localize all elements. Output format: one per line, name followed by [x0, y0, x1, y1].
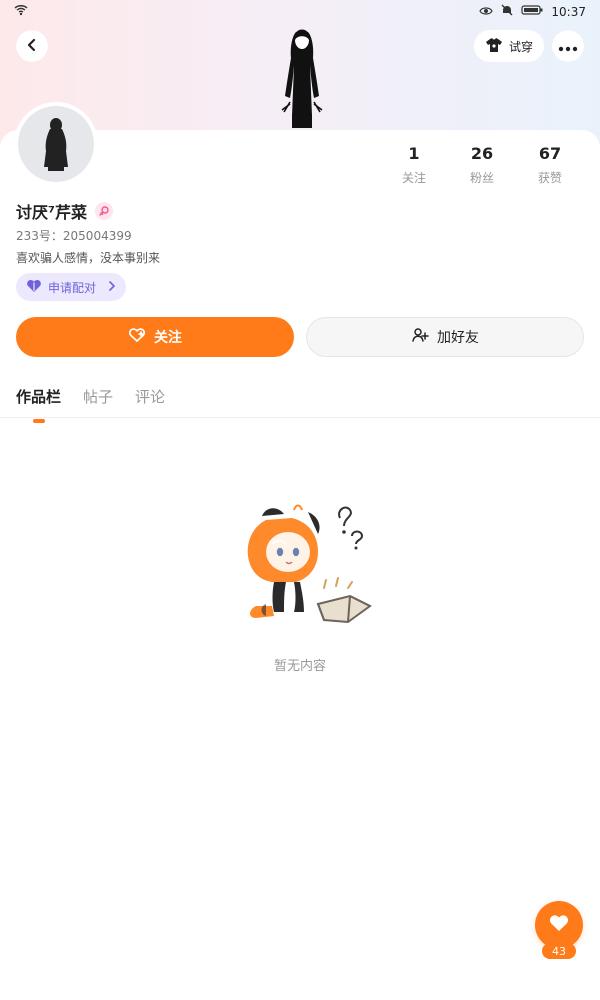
back-chevron-icon — [25, 37, 39, 56]
heart-pair-icon — [26, 279, 42, 296]
try-on-label: 试穿 — [508, 39, 533, 54]
profile-stats: 1 关注 26 粉丝 67 获赞 — [380, 144, 584, 186]
heart-plus-icon — [128, 327, 146, 347]
stat-following[interactable]: 1 关注 — [380, 144, 448, 186]
female-gender-icon — [95, 202, 114, 220]
profile-name: 讨厌⁷芹菜 — [16, 203, 88, 222]
try-on-button[interactable]: 试穿 — [474, 30, 544, 62]
more-button[interactable] — [552, 30, 584, 62]
like-fab[interactable] — [535, 901, 583, 949]
user-plus-icon — [411, 327, 429, 347]
shirt-icon — [485, 37, 503, 56]
follow-button[interactable]: 关注 — [16, 317, 294, 357]
follow-label: 关注 — [154, 330, 182, 346]
stat-following-label: 关注 — [401, 171, 426, 185]
stat-following-value: 1 — [408, 144, 420, 163]
back-button[interactable] — [16, 30, 48, 62]
content-tabs: 作品栏 帖子 评论 — [16, 386, 165, 423]
character-figure-icon — [270, 26, 334, 130]
status-bar: 10:37 — [0, 0, 600, 24]
eye-icon — [479, 5, 494, 19]
chevron-right-icon — [108, 280, 116, 294]
stat-fans[interactable]: 26 粉丝 — [448, 144, 516, 186]
empty-state-text: 暂无内容 — [273, 659, 326, 674]
tab-divider — [0, 417, 600, 418]
profile-uid: 233号：205004399 — [16, 229, 132, 243]
tab-posts[interactable]: 帖子 — [83, 386, 113, 407]
add-friend-button[interactable]: 加好友 — [306, 317, 584, 357]
tab-comments-label: 评论 — [135, 388, 166, 406]
status-time: 10:37 — [551, 4, 586, 19]
wifi-icon — [14, 4, 28, 19]
mute-icon — [501, 4, 513, 19]
stat-likes-label: 获赞 — [537, 171, 562, 185]
empty-box-character-illustration — [238, 500, 378, 630]
avatar-image — [18, 106, 94, 182]
add-friend-label: 加好友 — [437, 330, 479, 346]
active-tab-indicator — [32, 419, 45, 423]
tab-works-label: 作品栏 — [16, 388, 62, 406]
tab-comments[interactable]: 评论 — [135, 386, 165, 407]
apply-pair-label: 申请配对 — [48, 280, 97, 295]
like-count-badge: 43 — [542, 943, 576, 959]
more-dots-icon — [558, 37, 578, 56]
heart-icon — [548, 913, 570, 937]
stat-likes[interactable]: 67 获赞 — [516, 144, 584, 186]
tab-posts-label: 帖子 — [83, 388, 114, 406]
tab-works[interactable]: 作品栏 — [16, 386, 62, 423]
battery-icon — [521, 4, 543, 19]
apply-pair-button[interactable]: 申请配对 — [16, 273, 126, 301]
name-row: 讨厌⁷芹菜 — [16, 199, 114, 223]
avatar[interactable] — [16, 104, 96, 184]
stat-fans-value: 26 — [470, 144, 494, 163]
stat-fans-label: 粉丝 — [469, 171, 494, 185]
profile-bio: 喜欢骗人感情，没本事别来 — [16, 251, 161, 265]
stat-likes-value: 67 — [538, 144, 562, 163]
